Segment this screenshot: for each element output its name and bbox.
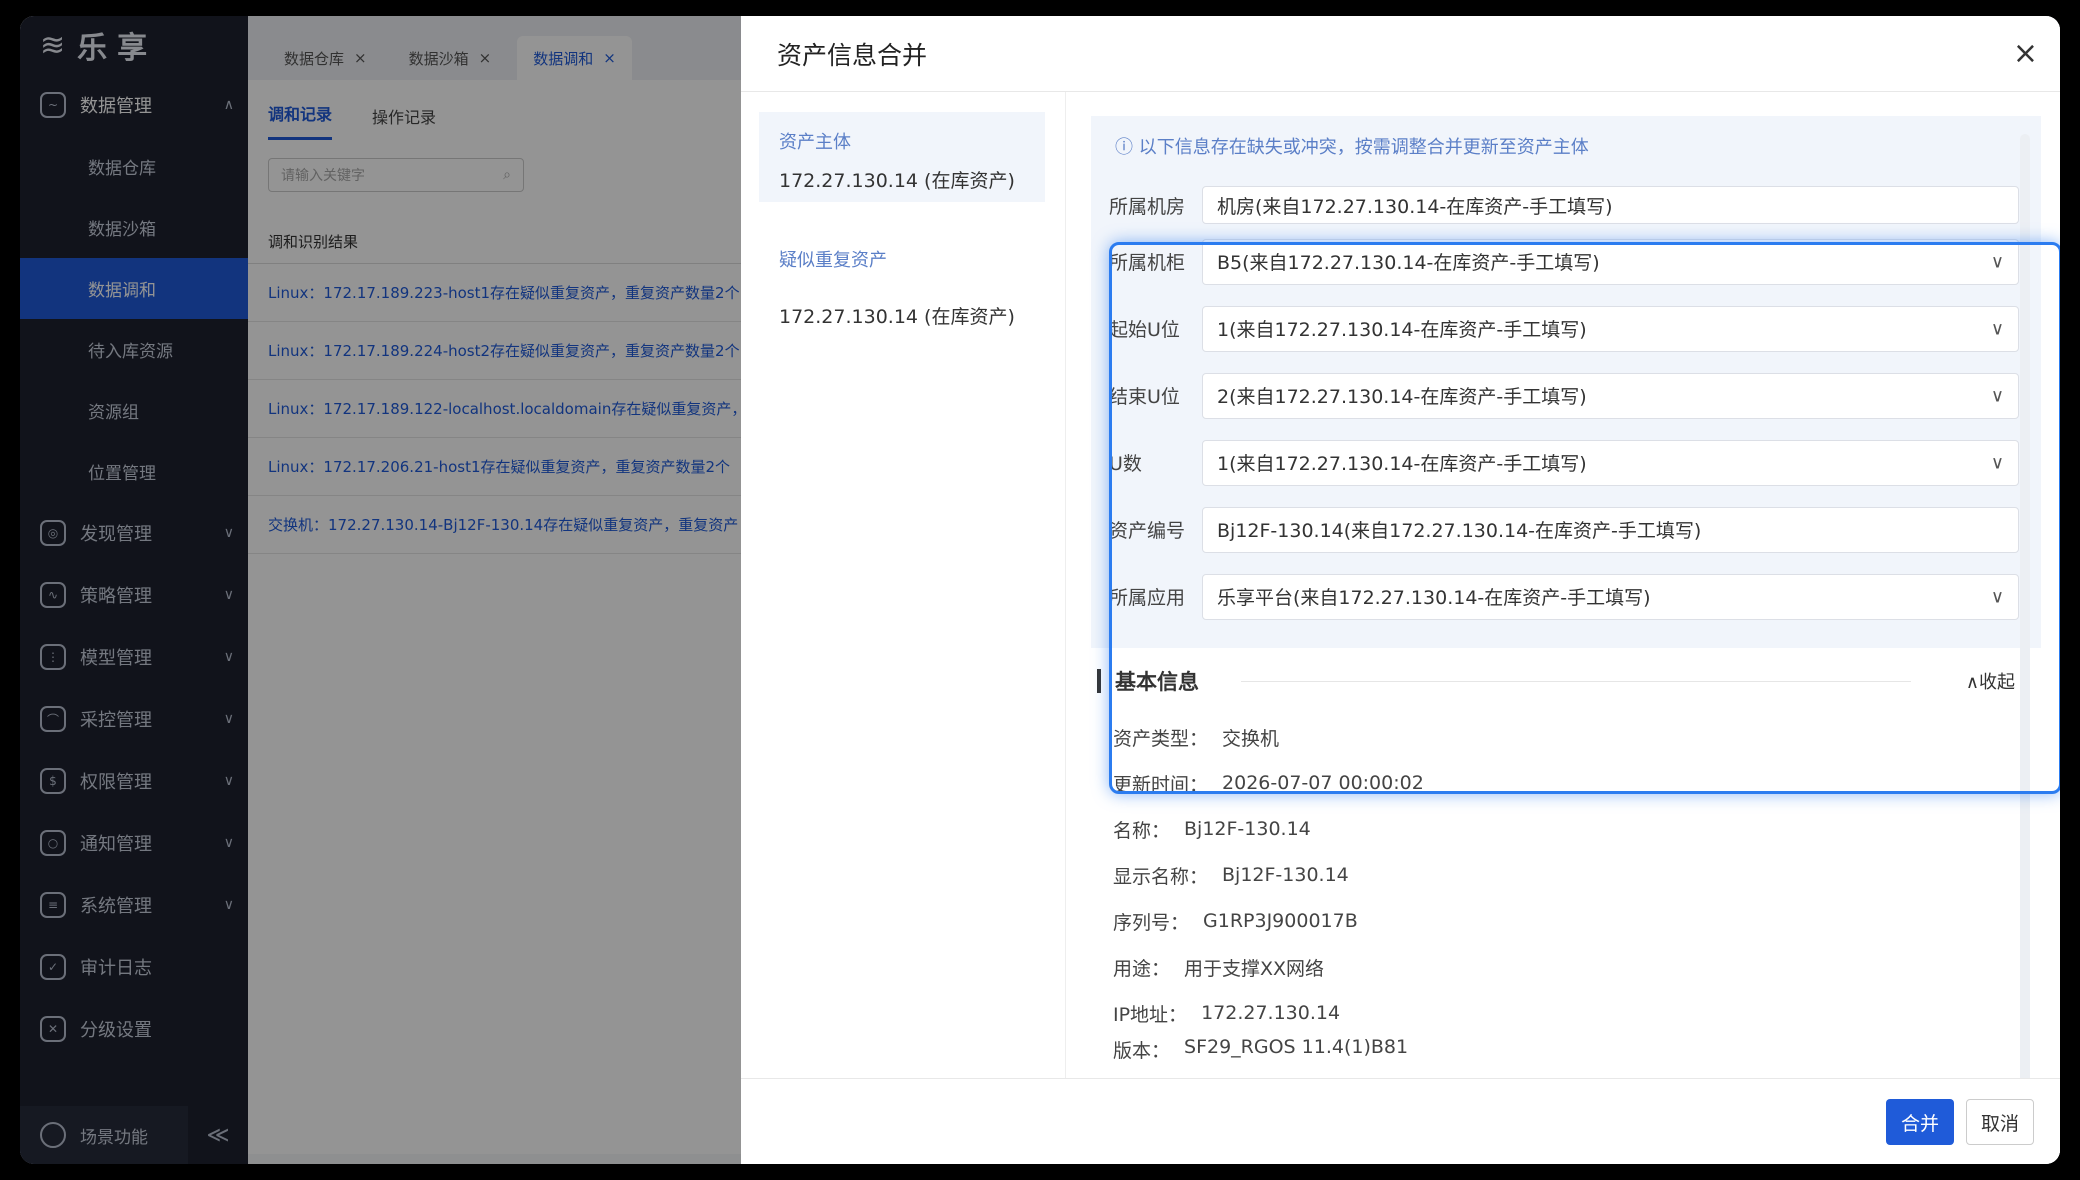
info-key: 资产类型： [1113,727,1209,750]
asset-subject-label: 资产主体 [779,132,851,153]
field-value: 1(来自172.27.130.14-在库资产-手工填写) [1217,319,1587,341]
field-label: 资产编号 [1109,520,1186,542]
chevron-down-icon: ∨ [1990,251,2004,272]
cancel-button[interactable]: 取消 [1966,1099,2034,1145]
form-row-u-count: U数 1(来自172.27.130.14-在库资产-手工填写) ∨ [1109,429,2019,496]
info-value: G1RP3J900017B [1203,910,1358,932]
info-ip: IP地址： 172.27.130.14 [1091,990,2041,1036]
duplicate-asset-value: 172.27.130.14 (在库资产) [779,306,1015,328]
asset-subject-value: 172.27.130.14 (在库资产) [779,170,1015,192]
form-row-cabinet: 所属机柜 B5(来自172.27.130.14-在库资产-手工填写) ∨ [1109,228,2019,295]
drawer-title: 资产信息合并 [741,16,2060,92]
info-value: Bj12F-130.14 [1222,864,1349,886]
scrollbar[interactable] [2020,134,2030,1094]
cabinet-select[interactable]: B5(来自172.27.130.14-在库资产-手工填写) ∨ [1202,238,2019,285]
info-value: SF29_RGOS 11.4(1)B81 [1184,1036,1409,1058]
section-marker [1097,669,1101,693]
info-key: 更新时间： [1113,773,1209,796]
info-notice: ⓘ 以下信息存在缺失或冲突，按需调整合并更新至资产主体 [1091,116,2041,176]
basic-info-header: 基本信息 ∧收起 [1091,648,2041,714]
merge-form: 所属机房 机房(来自172.27.130.14-在库资产-手工填写) 所属机柜 … [1091,176,2041,648]
info-version: 版本： SF29_RGOS 11.4(1)B81 [1091,1036,2041,1060]
field-value: 机房(来自172.27.130.14-在库资产-手工填写) [1217,195,1613,218]
info-update-time: 更新时间： 2026-07-07 00:00:02 [1091,760,2041,806]
collapse-toggle[interactable]: ∧收起 [1966,668,2015,694]
info-value: 2026-07-07 00:00:02 [1222,772,1424,794]
field-label: 所属机柜 [1109,252,1186,274]
end-u-select[interactable]: 2(来自172.27.130.14-在库资产-手工填写) ∨ [1202,372,2019,419]
app-window: ≋ 乐享 ~ 数据管理 ∧ 数据仓库 数据沙箱 数据调和 待入库资源 资源组 位… [20,16,2060,1164]
field-label: 所属机房 [1109,195,1186,218]
info-value: Bj12F-130.14 [1184,818,1311,840]
info-serial: 序列号： G1RP3J900017B [1091,898,2041,944]
u-count-select[interactable]: 1(来自172.27.130.14-在库资产-手工填写) ∨ [1202,439,2019,486]
field-value: Bj12F-130.14(来自172.27.130.14-在库资产-手工填写) [1217,520,1702,542]
info-value: 用于支撑XX网络 [1184,957,1325,980]
info-asset-type: 资产类型： 交换机 [1091,714,2041,760]
chevron-down-icon: ∨ [1990,385,2004,406]
info-purpose: 用途： 用于支撑XX网络 [1091,944,2041,990]
start-u-select[interactable]: 1(来自172.27.130.14-在库资产-手工填写) ∨ [1202,305,2019,352]
chevron-down-icon: ∨ [1990,318,2004,339]
field-label: 结束U位 [1109,386,1180,408]
asset-subject-item[interactable]: 资产主体 172.27.130.14 (在库资产) [759,112,1045,202]
field-value: 2(来自172.27.130.14-在库资产-手工填写) [1217,386,1587,408]
info-value: 交换机 [1222,727,1280,750]
field-value: 乐享平台(来自172.27.130.14-在库资产-手工填写) [1217,587,1651,609]
room-input[interactable]: 机房(来自172.27.130.14-在库资产-手工填写) [1202,186,2019,224]
field-label: 所属应用 [1109,587,1186,609]
field-value: B5(来自172.27.130.14-在库资产-手工填写) [1217,252,1600,274]
info-key: 用途： [1113,957,1171,980]
divider [1241,681,1911,682]
form-row-end-u: 结束U位 2(来自172.27.130.14-在库资产-手工填写) ∨ [1109,362,2019,429]
info-key: IP地址： [1113,1003,1188,1026]
field-label: 起始U位 [1109,319,1180,341]
close-icon[interactable]: × [2013,36,2038,71]
form-row-start-u: 起始U位 1(来自172.27.130.14-在库资产-手工填写) ∨ [1109,295,2019,362]
merge-form-panel: ⓘ 以下信息存在缺失或冲突，按需调整合并更新至资产主体 所属机房 机房(来自17… [1091,116,2041,1078]
merge-button[interactable]: 合并 [1886,1099,1954,1145]
info-key: 序列号： [1113,911,1190,934]
application-select[interactable]: 乐享平台(来自172.27.130.14-在库资产-手工填写) ∨ [1202,573,2019,620]
info-key: 版本： [1113,1040,1171,1060]
field-label: U数 [1109,453,1142,475]
info-key: 名称： [1113,819,1171,842]
form-row-room: 所属机房 机房(来自172.27.130.14-在库资产-手工填写) [1109,182,2019,228]
field-value: 1(来自172.27.130.14-在库资产-手工填写) [1217,453,1587,475]
form-row-application: 所属应用 乐享平台(来自172.27.130.14-在库资产-手工填写) ∨ [1109,563,2019,630]
drawer-footer: 合并 取消 [741,1078,2060,1164]
info-display-name: 显示名称： Bj12F-130.14 [1091,852,2041,898]
merge-drawer: 资产信息合并 × 资产主体 172.27.130.14 (在库资产) 疑似重复资… [741,16,2060,1164]
duplicate-asset-label: 疑似重复资产 [779,250,887,271]
info-name: 名称： Bj12F-130.14 [1091,806,2041,852]
section-title: 基本信息 [1115,670,1199,694]
asset-number-input[interactable]: Bj12F-130.14(来自172.27.130.14-在库资产-手工填写) [1202,506,2019,553]
asset-list-panel: 资产主体 172.27.130.14 (在库资产) 疑似重复资产 172.27.… [741,92,1066,1078]
info-key: 显示名称： [1113,865,1209,888]
info-value: 172.27.130.14 [1201,1002,1341,1024]
chevron-down-icon: ∨ [1990,452,2004,473]
form-row-asset-number: 资产编号 Bj12F-130.14(来自172.27.130.14-在库资产-手… [1109,496,2019,563]
chevron-down-icon: ∨ [1990,586,2004,607]
duplicate-asset-item[interactable]: 疑似重复资产 172.27.130.14 (在库资产) [779,246,1015,329]
